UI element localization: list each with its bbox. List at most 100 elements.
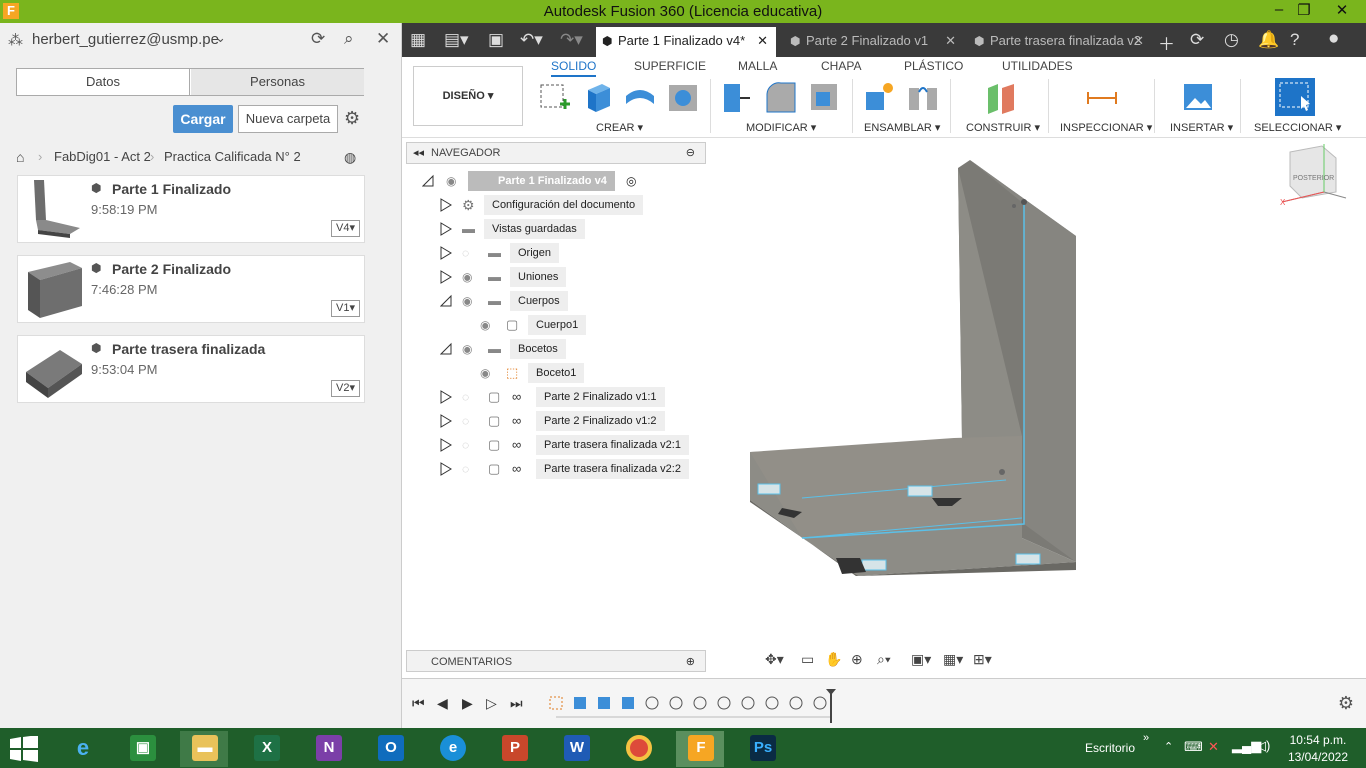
desktop-label[interactable]: Escritorio [1085, 741, 1135, 755]
tab-parte-1[interactable]: ⬢ Parte 1 Finalizado v4* ✕ [596, 27, 776, 57]
activate-icon[interactable]: ◎ [626, 174, 636, 188]
select-icon[interactable] [1275, 78, 1315, 116]
tree-item[interactable]: ◉ ▬ Cuerpos [440, 291, 680, 311]
tab-datos[interactable]: Datos [17, 69, 190, 95]
notifications-icon[interactable]: 🔔 [1258, 30, 1279, 50]
taskbar-ie[interactable]: e [58, 731, 106, 767]
fillet-icon[interactable] [764, 80, 798, 114]
revolve-icon[interactable] [623, 80, 657, 114]
tab-utilidades[interactable]: UTILIDADES [1002, 59, 1073, 73]
group-inspeccionar[interactable]: INSPECCIONAR ▾ [1060, 121, 1152, 134]
minus-icon[interactable]: ⊖ [686, 146, 695, 159]
insert-image-icon[interactable] [1181, 80, 1215, 114]
tab-superficie[interactable]: SUPERFICIE [634, 59, 706, 73]
user-account[interactable]: herbert_gutierrez@usmp.pe [32, 31, 219, 48]
file-card[interactable]: ⬢ Parte 1 Finalizado 9:58:19 PM V4▾ [17, 175, 365, 243]
power-icon[interactable]: ✕ [1208, 739, 1219, 755]
tab-personas[interactable]: Personas [191, 69, 364, 95]
chevron-down-icon[interactable]: ⌄ [215, 30, 226, 46]
taskbar-excel[interactable]: X [242, 731, 290, 767]
group-seleccionar[interactable]: SELECCIONAR ▾ [1254, 121, 1341, 134]
press-pull-icon[interactable] [720, 80, 754, 114]
tab-solido[interactable]: SOLIDO [551, 59, 597, 77]
joint-icon[interactable] [906, 80, 940, 114]
pan-icon[interactable]: ✋ [825, 651, 842, 668]
tree-item[interactable]: ◉ ▬ Bocetos [440, 339, 680, 359]
tree-item[interactable]: ◌ ▢ ∞ Parte 2 Finalizado v1:1 [440, 387, 700, 407]
upload-button[interactable]: Cargar [173, 105, 233, 133]
system-clock[interactable]: 10:54 p.m. 13/04/2022 [1288, 733, 1348, 764]
eye-hidden-icon[interactable]: ◌ [462, 390, 469, 404]
collapse-icon[interactable]: ◂◂ [413, 146, 424, 159]
job-status-icon[interactable]: ◷ [1224, 30, 1239, 50]
globe-icon[interactable]: ◍ [344, 149, 356, 166]
tree-item[interactable]: ◌ ▢ ∞ Parte trasera finalizada v2:1 [440, 435, 700, 455]
last-icon[interactable]: ⏭ [510, 695, 523, 712]
group-crear[interactable]: CREAR ▾ [596, 121, 643, 134]
chevron-up-icon[interactable]: » [1143, 732, 1149, 744]
avatar[interactable]: ● [1328, 28, 1339, 50]
team-icon[interactable]: ⁂ [8, 31, 23, 49]
apps-grid-icon[interactable]: ▦ [410, 30, 426, 50]
first-icon[interactable]: ⏮ [412, 695, 425, 712]
extensions-icon[interactable]: ⟳ [1190, 30, 1204, 50]
close-panel-icon[interactable]: ✕ [376, 29, 390, 49]
group-modificar[interactable]: MODIFICAR ▾ [746, 121, 816, 134]
hole-icon[interactable] [666, 80, 700, 114]
shell-icon[interactable] [807, 80, 841, 114]
eye-icon[interactable]: ◉ [462, 270, 472, 284]
taskbar-photoshop[interactable]: Ps [738, 731, 786, 767]
redo-icon[interactable]: ↷▾ [560, 30, 583, 50]
taskbar-store[interactable]: ▣ [118, 731, 166, 767]
eye-icon[interactable]: ◉ [446, 174, 456, 188]
next-icon[interactable]: ▷ [486, 695, 497, 712]
close-tab-icon[interactable]: ✕ [757, 27, 768, 55]
tree-item[interactable]: ⚙ Configuración del documento [440, 195, 680, 215]
look-at-icon[interactable]: ▭ [801, 651, 814, 668]
gear-icon[interactable]: ⚙ [344, 108, 360, 129]
start-icon[interactable] [10, 736, 38, 762]
orbit-icon[interactable]: ✥▾ [765, 651, 784, 668]
eye-icon[interactable]: ◉ [480, 318, 490, 332]
group-ensamblar[interactable]: ENSAMBLAR ▾ [864, 121, 940, 134]
close-icon[interactable]: ✕ [1329, 1, 1355, 19]
eye-hidden-icon[interactable]: ◌ [462, 462, 469, 476]
grid-icon[interactable]: ▦▾ [943, 651, 963, 668]
viewcube-label[interactable]: POSTERIOR [1293, 175, 1334, 182]
timeline-features[interactable] [546, 689, 836, 725]
maximize-icon[interactable]: ❐ [1291, 1, 1317, 19]
tab-plastico[interactable]: PLÁSTICO [904, 59, 963, 73]
create-sketch-icon[interactable] [538, 80, 572, 114]
tree-root[interactable]: ◉ Parte 1 Finalizado v4 ◎ [422, 171, 662, 191]
close-tab-icon[interactable]: ✕ [1133, 27, 1144, 55]
extrude-icon[interactable] [580, 80, 614, 114]
expand-icon[interactable] [422, 174, 434, 188]
taskbar-fusion[interactable]: F [676, 731, 724, 767]
tab-parte-trasera[interactable]: ⬢ Parte trasera finalizada v2 ✕ [968, 27, 1152, 57]
eye-hidden-icon[interactable]: ◌ [462, 414, 469, 428]
tree-item[interactable]: ◉ ⬚ Boceto1 [476, 363, 676, 383]
tab-malla[interactable]: MALLA [738, 59, 777, 73]
file-menu-icon[interactable]: ▤▾ [444, 30, 469, 50]
eye-icon[interactable]: ◉ [480, 366, 490, 380]
taskbar-powerpoint[interactable]: P [490, 731, 538, 767]
volume-icon[interactable]: ◁) [1256, 738, 1270, 754]
timeline-settings-icon[interactable]: ⚙ [1338, 693, 1354, 714]
taskbar-chrome[interactable] [614, 731, 662, 767]
measure-icon[interactable] [1085, 80, 1119, 114]
group-construir[interactable]: CONSTRUIR ▾ [966, 121, 1040, 134]
taskbar-explorer[interactable]: ▬ [180, 731, 228, 767]
version-badge[interactable]: V1▾ [331, 300, 360, 317]
new-tab-icon[interactable]: ＋ [1158, 30, 1175, 55]
previous-icon[interactable]: ◀ [437, 695, 448, 712]
search-icon[interactable]: ⌕ [344, 29, 354, 49]
tree-item[interactable]: ▬ Vistas guardadas [440, 219, 680, 239]
save-icon[interactable]: ▣ [488, 30, 504, 50]
tree-item[interactable]: ◉ ▢ Cuerpo1 [476, 315, 676, 335]
breadcrumb-folder[interactable]: Practica Calificada N° 2 [164, 149, 301, 164]
close-tab-icon[interactable]: ✕ [945, 27, 956, 55]
tab-parte-2[interactable]: ⬢ Parte 2 Finalizado v1 ✕ [784, 27, 964, 57]
new-folder-button[interactable]: Nueva carpeta [238, 105, 338, 133]
tree-item[interactable]: ◌ ▢ ∞ Parte trasera finalizada v2:2 [440, 459, 700, 479]
taskbar-outlook[interactable]: O [366, 731, 414, 767]
